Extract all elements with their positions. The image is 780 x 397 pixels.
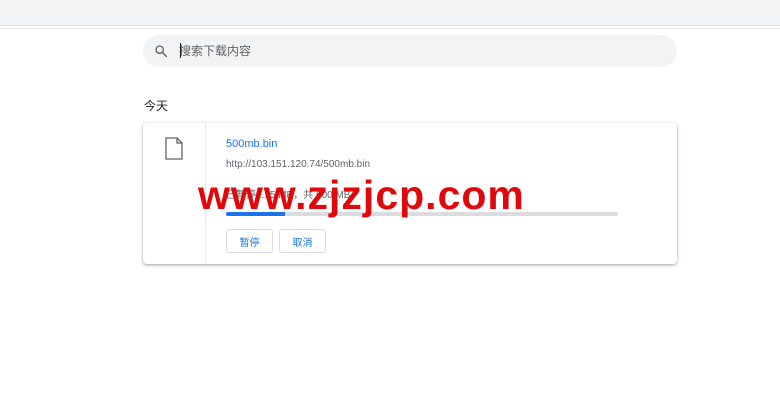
search-icon (155, 45, 168, 58)
download-url: http://103.151.120.74/500mb.bin (226, 159, 371, 170)
download-filename-link[interactable]: 500mb.bin (226, 138, 277, 150)
search-bar[interactable] (143, 35, 677, 67)
top-toolbar (0, 0, 780, 26)
section-title-today: 今天 (144, 99, 169, 113)
cancel-button[interactable]: 取消 (279, 229, 326, 253)
pause-button[interactable]: 暂停 (226, 229, 273, 253)
text-caret (180, 43, 181, 58)
file-icon-column (143, 123, 206, 264)
file-icon (165, 137, 183, 160)
divider (0, 28, 780, 29)
watermark-text: www.zjzjcp.com (198, 172, 525, 218)
search-input[interactable] (179, 35, 677, 67)
